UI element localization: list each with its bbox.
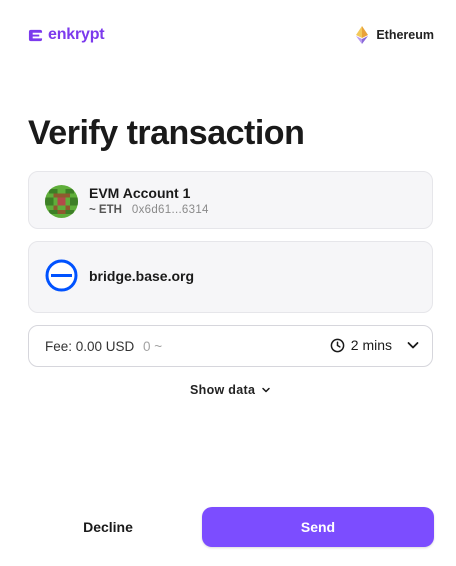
account-name: EVM Account 1 <box>89 185 191 201</box>
chevron-down-icon <box>262 387 270 393</box>
base-logo-icon <box>45 259 78 292</box>
show-data-label: Show data <box>190 383 256 397</box>
enkrypt-logo: enkrypt <box>28 26 105 44</box>
dapp-site-card: bridge.base.org <box>28 241 433 313</box>
fee-label: Fee: 0.00 USD <box>45 339 135 354</box>
from-account-card: EVM Account 1 ~ ETH 0x6d61...6314 <box>28 171 433 229</box>
fee-selector[interactable]: Fee: 0.00 USD 0 ~ 2 mins <box>28 325 433 367</box>
fee-time-estimate[interactable]: 2 mins <box>330 337 420 353</box>
pixel-identicon-avatar <box>45 185 78 218</box>
account-details: ~ ETH 0x6d61...6314 <box>89 204 209 216</box>
logo-text: enkrypt <box>48 26 105 43</box>
decline-button[interactable]: Decline <box>28 508 188 546</box>
ethereum-icon <box>356 26 369 44</box>
chevron-down-icon[interactable] <box>406 338 420 352</box>
send-button[interactable]: Send <box>202 507 434 547</box>
fee-time-text: 2 mins <box>350 337 392 353</box>
enkrypt-logo-icon <box>28 29 43 41</box>
network-name: Ethereum <box>376 28 434 42</box>
clock-icon <box>330 338 345 352</box>
account-address: 0x6d61...6314 <box>131 204 209 216</box>
account-balance: ~ ETH <box>89 204 122 216</box>
network-indicator[interactable]: Ethereum <box>356 26 434 44</box>
page-title: Verify transaction <box>28 114 305 152</box>
header: enkrypt Ethereum <box>0 0 456 70</box>
fee-alt-value: 0 ~ <box>143 339 163 354</box>
site-domain: bridge.base.org <box>89 268 195 284</box>
show-data-toggle[interactable]: Show data <box>190 383 271 397</box>
